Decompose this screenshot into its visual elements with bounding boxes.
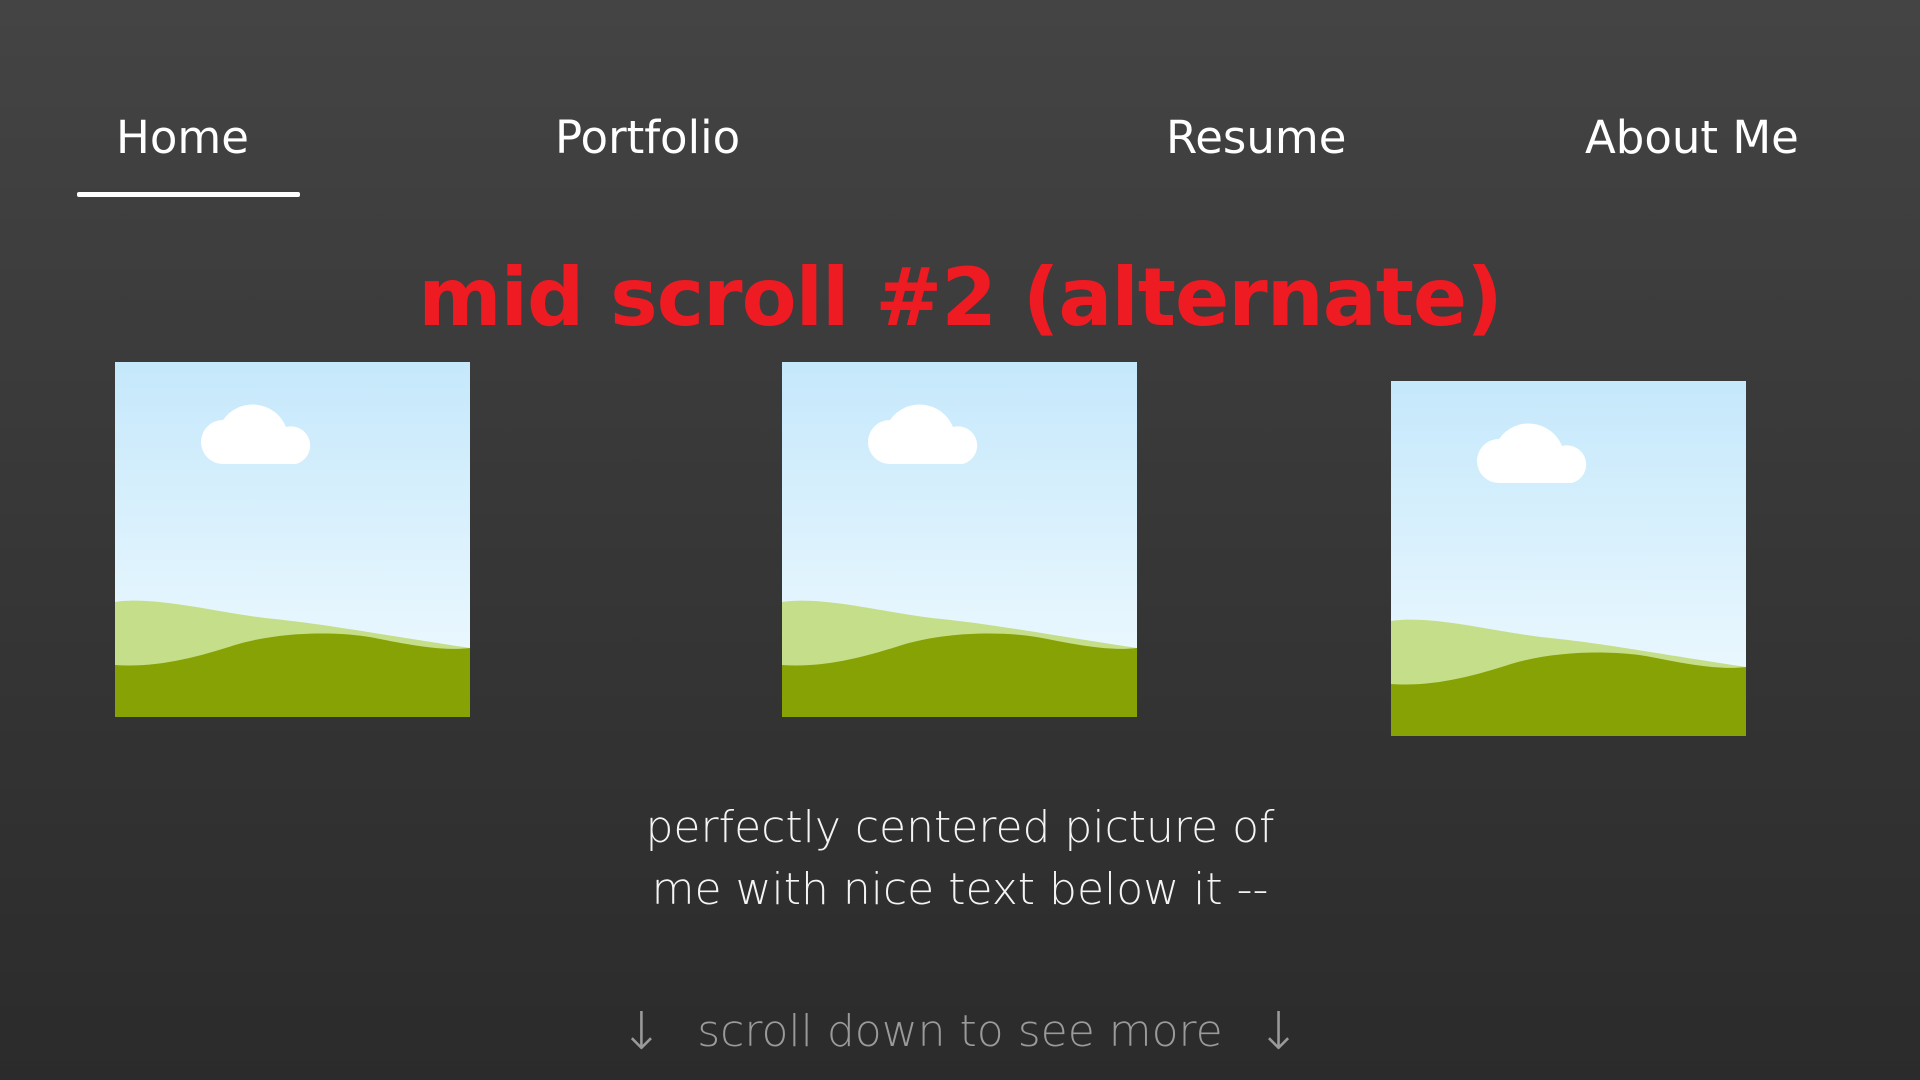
arrow-down-icon: ↓ [1256,1002,1301,1062]
arrow-down-icon: ↓ [619,1002,664,1062]
nav-portfolio-link[interactable]: Portfolio [555,108,740,168]
caption-line-1: perfectly centered picture of [645,802,1275,853]
page-heading: mid scroll #2 (alternate) [418,251,1503,344]
scroll-down-hint[interactable]: ↓ scroll down to see more ↓ [0,1000,1920,1064]
scroll-hint-text: scroll down to see more [697,1006,1223,1057]
nav-resume-link[interactable]: Resume [1166,108,1346,168]
active-nav-underline [77,192,300,197]
image-placeholder-3 [1391,381,1746,736]
image-placeholder-1 [115,362,470,717]
caption-line-2: me with nice text below it -- [651,864,1269,915]
image-placeholder-2 [782,362,1137,717]
landscape-placeholder-icon [782,362,1137,717]
nav-about-link[interactable]: About Me [1585,108,1799,168]
landscape-placeholder-icon [115,362,470,717]
nav-home-link[interactable]: Home [116,108,249,168]
landscape-placeholder-icon [1391,381,1746,736]
